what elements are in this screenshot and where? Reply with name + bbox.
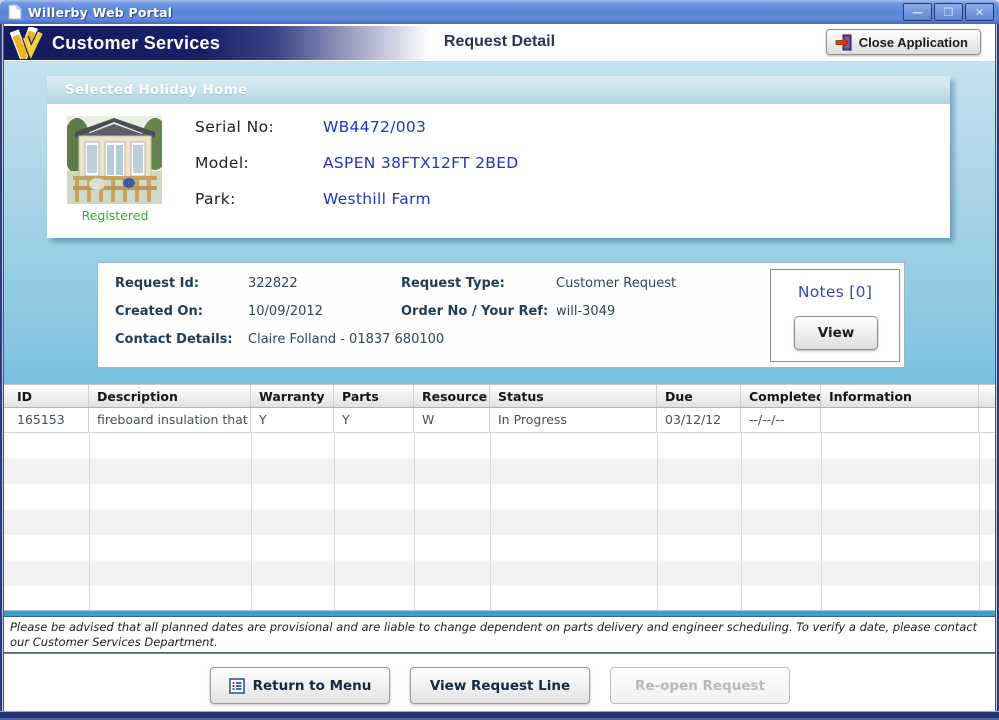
order-no-label: Order No / Your Ref: <box>401 304 548 319</box>
row-warranty: Y <box>251 408 334 432</box>
close-button[interactable]: ✕ <box>965 3 994 21</box>
table-row[interactable]: 165153 fireboard insulation that Y Y W I… <box>4 408 995 433</box>
created-on-label: Created On: <box>115 304 203 319</box>
request-type-value: Customer Request <box>556 276 676 291</box>
row-status: In Progress <box>490 408 657 432</box>
window-frame-left <box>0 24 4 720</box>
contact-details-label: Contact Details: <box>115 332 233 347</box>
row-spacer <box>979 408 995 432</box>
column-header-completed: Completed <box>741 385 821 407</box>
notes-box: Notes [0] View <box>770 269 900 362</box>
column-header-information: Information <box>821 385 979 407</box>
selected-holiday-home-panel: Selected Holiday Home <box>47 76 950 238</box>
serial-no-value: WB4472/003 <box>323 118 426 136</box>
return-to-menu-button[interactable]: Return to Menu <box>210 667 390 704</box>
request-id-value: 322822 <box>248 276 298 291</box>
column-header-id: ID <box>4 385 89 407</box>
view-request-line-label: View Request Line <box>430 678 570 694</box>
exit-door-icon <box>835 34 852 51</box>
column-header-due: Due <box>657 385 741 407</box>
request-lines-table: ID Description Warranty Parts Resource S… <box>4 384 995 611</box>
model-value: ASPEN 38FTX12FT 2BED <box>323 154 519 172</box>
reopen-request-button[interactable]: Re-open Request <box>610 667 790 704</box>
contact-details-value: Claire Folland - 01837 680100 <box>248 332 444 347</box>
row-information <box>821 408 979 432</box>
table-header-row: ID Description Warranty Parts Resource S… <box>4 384 995 408</box>
menu-list-icon <box>229 678 245 694</box>
serial-no-label: Serial No: <box>195 118 323 136</box>
row-due: 03/12/12 <box>657 408 741 432</box>
table-empty-area <box>4 433 995 611</box>
maximize-button[interactable]: ❐ <box>934 3 963 21</box>
reopen-request-label: Re-open Request <box>635 678 765 694</box>
row-description: fireboard insulation that <box>89 408 251 432</box>
provisional-dates-note: Please be advised that all planned dates… <box>4 616 995 653</box>
view-request-line-button[interactable]: View Request Line <box>410 667 590 704</box>
title-bar[interactable]: Willerby Web Portal — ❐ ✕ <box>0 0 999 24</box>
column-header-resource: Resource <box>414 385 490 407</box>
column-header-spacer <box>979 385 995 407</box>
registered-status-label: Registered <box>55 208 175 223</box>
order-no-value: will-3049 <box>556 304 615 319</box>
row-resource: W <box>414 408 490 432</box>
row-parts: Y <box>334 408 414 432</box>
section-title: Selected Holiday Home <box>47 76 950 104</box>
window-title: Willerby Web Portal <box>28 5 172 20</box>
app-header: Customer Services Request Detail Close A… <box>2 24 997 62</box>
column-header-parts: Parts <box>334 385 414 407</box>
request-type-label: Request Type: <box>401 276 505 291</box>
column-header-warranty: Warranty <box>251 385 334 407</box>
row-id: 165153 <box>4 408 89 432</box>
minimize-button[interactable]: — <box>903 3 932 21</box>
model-label: Model: <box>195 154 323 172</box>
holiday-home-photo <box>67 116 162 204</box>
window-frame-right <box>995 24 999 720</box>
return-to-menu-label: Return to Menu <box>253 678 372 694</box>
actions-bar: Return to Menu View Request Line Re-open… <box>4 654 995 711</box>
park-value: Westhill Farm <box>323 190 431 208</box>
close-application-label: Close Application <box>859 35 968 50</box>
created-on-value: 10/09/2012 <box>248 304 323 319</box>
column-header-description: Description <box>89 385 251 407</box>
close-application-button[interactable]: Close Application <box>826 29 981 55</box>
document-icon <box>8 4 22 20</box>
app-window: Willerby Web Portal — ❐ ✕ Customer Servi… <box>0 0 999 720</box>
window-frame-bottom <box>0 711 999 720</box>
row-completed: --/--/-- <box>741 408 821 432</box>
request-id-label: Request Id: <box>115 276 199 291</box>
view-notes-button[interactable]: View <box>794 316 878 350</box>
request-details-panel: Request Id: 322822 Created On: 10/09/201… <box>97 262 905 368</box>
park-label: Park: <box>195 190 323 208</box>
notes-count-label: Notes [0] <box>771 283 899 301</box>
column-header-status: Status <box>490 385 657 407</box>
